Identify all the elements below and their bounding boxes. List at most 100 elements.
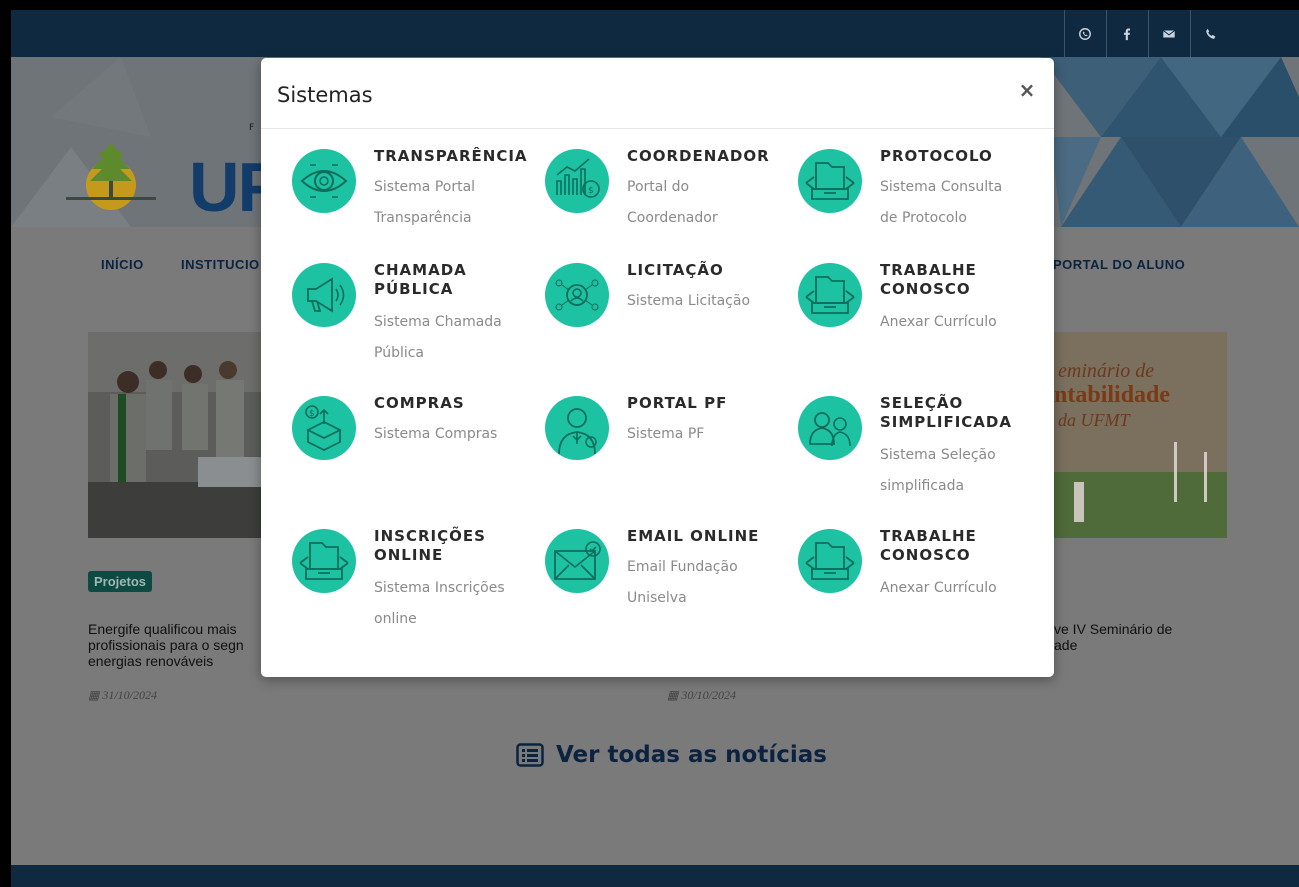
desc-line: Transparência	[374, 210, 472, 226]
desc-line: simplificada	[880, 478, 965, 494]
whatsapp-icon[interactable]	[1064, 10, 1105, 57]
see-all-label: Ver todas as notícias	[556, 742, 827, 768]
title-line: PÚBLICA	[374, 280, 454, 298]
date-text: 30/10/2024	[681, 688, 737, 702]
nav-portal-aluno[interactable]: PORTAL DO ALUNO	[1053, 257, 1185, 272]
close-icon[interactable]: ×	[1017, 78, 1037, 102]
news-title-line: ade	[1054, 637, 1078, 653]
desc-line: Portal do	[627, 179, 690, 195]
system-desc: Sistema Inscrições online	[374, 573, 524, 635]
banner-line-2: ntabilidade	[1054, 382, 1171, 408]
title-line: INSCRIÇÕES	[374, 527, 486, 545]
calendar-icon: ▦	[88, 688, 100, 702]
calendar-icon: ▦	[667, 688, 679, 702]
system-title: SELEÇÃO SIMPLIFICADA	[880, 394, 1038, 432]
desc-line: Sistema Consulta	[880, 179, 1003, 195]
system-title: INSCRIÇÕES ONLINE	[374, 527, 532, 565]
system-desc: Sistema Seleção simplificada	[880, 440, 1030, 502]
footer-bar	[11, 865, 1299, 887]
systems-modal: Sistemas × TRANSPARÊNCIA Sistema Portal …	[261, 58, 1054, 677]
desc-line: Anexar Currículo	[880, 580, 997, 596]
title-line: ONLINE	[374, 546, 444, 564]
system-title: COMPRAS	[374, 394, 465, 412]
title-line: TRABALHE	[880, 527, 977, 545]
news-date-3: ▦ 30/10/2024	[667, 688, 736, 703]
title-line: SIMPLIFICADA	[880, 413, 1012, 431]
system-title: TRABALHE CONOSCO	[880, 261, 1038, 299]
svg-text:$: $	[588, 186, 594, 196]
system-desc: Sistema Compras	[374, 419, 524, 450]
title-line: CHAMADA	[374, 261, 467, 279]
desc-line: Email Fundação	[627, 559, 738, 575]
logo-tree-icon	[66, 135, 156, 219]
nav-inicio[interactable]: INÍCIO	[101, 257, 144, 272]
folder-tray-icon	[292, 529, 356, 593]
news-title-1[interactable]: Energife qualificou mais profissionais p…	[88, 621, 244, 669]
news-title-line: Energife qualificou mais	[88, 621, 237, 637]
modal-header: Sistemas ×	[261, 58, 1054, 129]
date-text: 31/10/2024	[102, 688, 158, 702]
logo-small-text: F	[249, 123, 255, 133]
desc-line: Sistema Inscrições	[374, 580, 505, 596]
title-line: CONOSCO	[880, 280, 971, 298]
desc-line: Pública	[374, 345, 425, 361]
system-title: TRANSPARÊNCIA	[374, 147, 528, 165]
banner-line-3: da UFMT	[1058, 410, 1130, 430]
folder-tray-icon	[798, 149, 862, 213]
system-desc: Anexar Currículo	[880, 307, 1030, 338]
see-all-news-link[interactable]: Ver todas as notícias	[516, 742, 827, 768]
desc-line: Sistema PF	[627, 426, 705, 442]
system-desc: Sistema Licitação	[627, 286, 777, 317]
folder-tray-icon	[798, 263, 862, 327]
desc-line: online	[374, 611, 417, 627]
news-title-line: ve IV Seminário de	[1054, 621, 1173, 637]
system-title: PORTAL PF	[627, 394, 728, 412]
nav-institucional[interactable]: INSTITUCIO	[181, 257, 260, 272]
desc-line: Sistema Chamada	[374, 314, 502, 330]
facebook-icon[interactable]	[1106, 10, 1147, 57]
news-date-1: ▦ 31/10/2024	[88, 688, 157, 703]
desc-line: Sistema Licitação	[627, 293, 751, 309]
desc-line: Sistema Portal	[374, 179, 476, 195]
news-title-line: profissionais para o segn	[88, 637, 244, 653]
system-desc: Email Fundação Uniselva	[627, 552, 777, 614]
system-title: EMAIL ONLINE	[627, 527, 760, 545]
news-title-4[interactable]: ve IV Seminário de ade	[1054, 621, 1172, 653]
category-tag[interactable]: Projetos	[88, 571, 153, 592]
network-user-icon	[545, 263, 609, 327]
person-icon	[545, 396, 609, 460]
system-title: PROTOCOLO	[880, 147, 993, 165]
system-desc: Sistema Chamada Pública	[374, 307, 524, 369]
eye-icon	[292, 149, 356, 213]
system-title: CHAMADA PÚBLICA	[374, 261, 532, 299]
system-title: LICITAÇÃO	[627, 261, 724, 279]
system-desc: Sistema Portal Transparência	[374, 172, 524, 234]
chart-icon: $	[545, 149, 609, 213]
phone-icon[interactable]	[1190, 10, 1231, 57]
desc-line: Uniselva	[627, 590, 687, 606]
desc-line: Sistema Seleção	[880, 447, 996, 463]
desc-line: de Protocolo	[880, 210, 967, 226]
system-title: TRABALHE CONOSCO	[880, 527, 1038, 565]
email-icon	[545, 529, 609, 593]
system-desc: Sistema PF	[627, 419, 777, 450]
system-desc: Portal do Coordenador	[627, 172, 777, 234]
students-photo	[88, 332, 271, 538]
title-line: CONOSCO	[880, 546, 971, 564]
banner-line-1: eminário de	[1058, 360, 1155, 382]
list-icon	[516, 743, 544, 767]
megaphone-icon	[292, 263, 356, 327]
folder-tray-icon	[798, 529, 862, 593]
desc-line: Coordenador	[627, 210, 718, 226]
email-icon[interactable]	[1148, 10, 1189, 57]
desc-line: Anexar Currículo	[880, 314, 997, 330]
system-title: COORDENADOR	[627, 147, 770, 165]
title-line: TRABALHE	[880, 261, 977, 279]
news-title-line: energias renováveis	[88, 653, 214, 669]
system-desc: Sistema Consulta de Protocolo	[880, 172, 1030, 234]
money-box-icon: $	[292, 396, 356, 460]
news-image-seminar[interactable]: eminário de ntabilidade da UFMT	[1054, 332, 1227, 538]
desc-line: Sistema Compras	[374, 426, 498, 442]
top-bar	[11, 10, 1299, 57]
news-image-1[interactable]	[88, 332, 271, 538]
